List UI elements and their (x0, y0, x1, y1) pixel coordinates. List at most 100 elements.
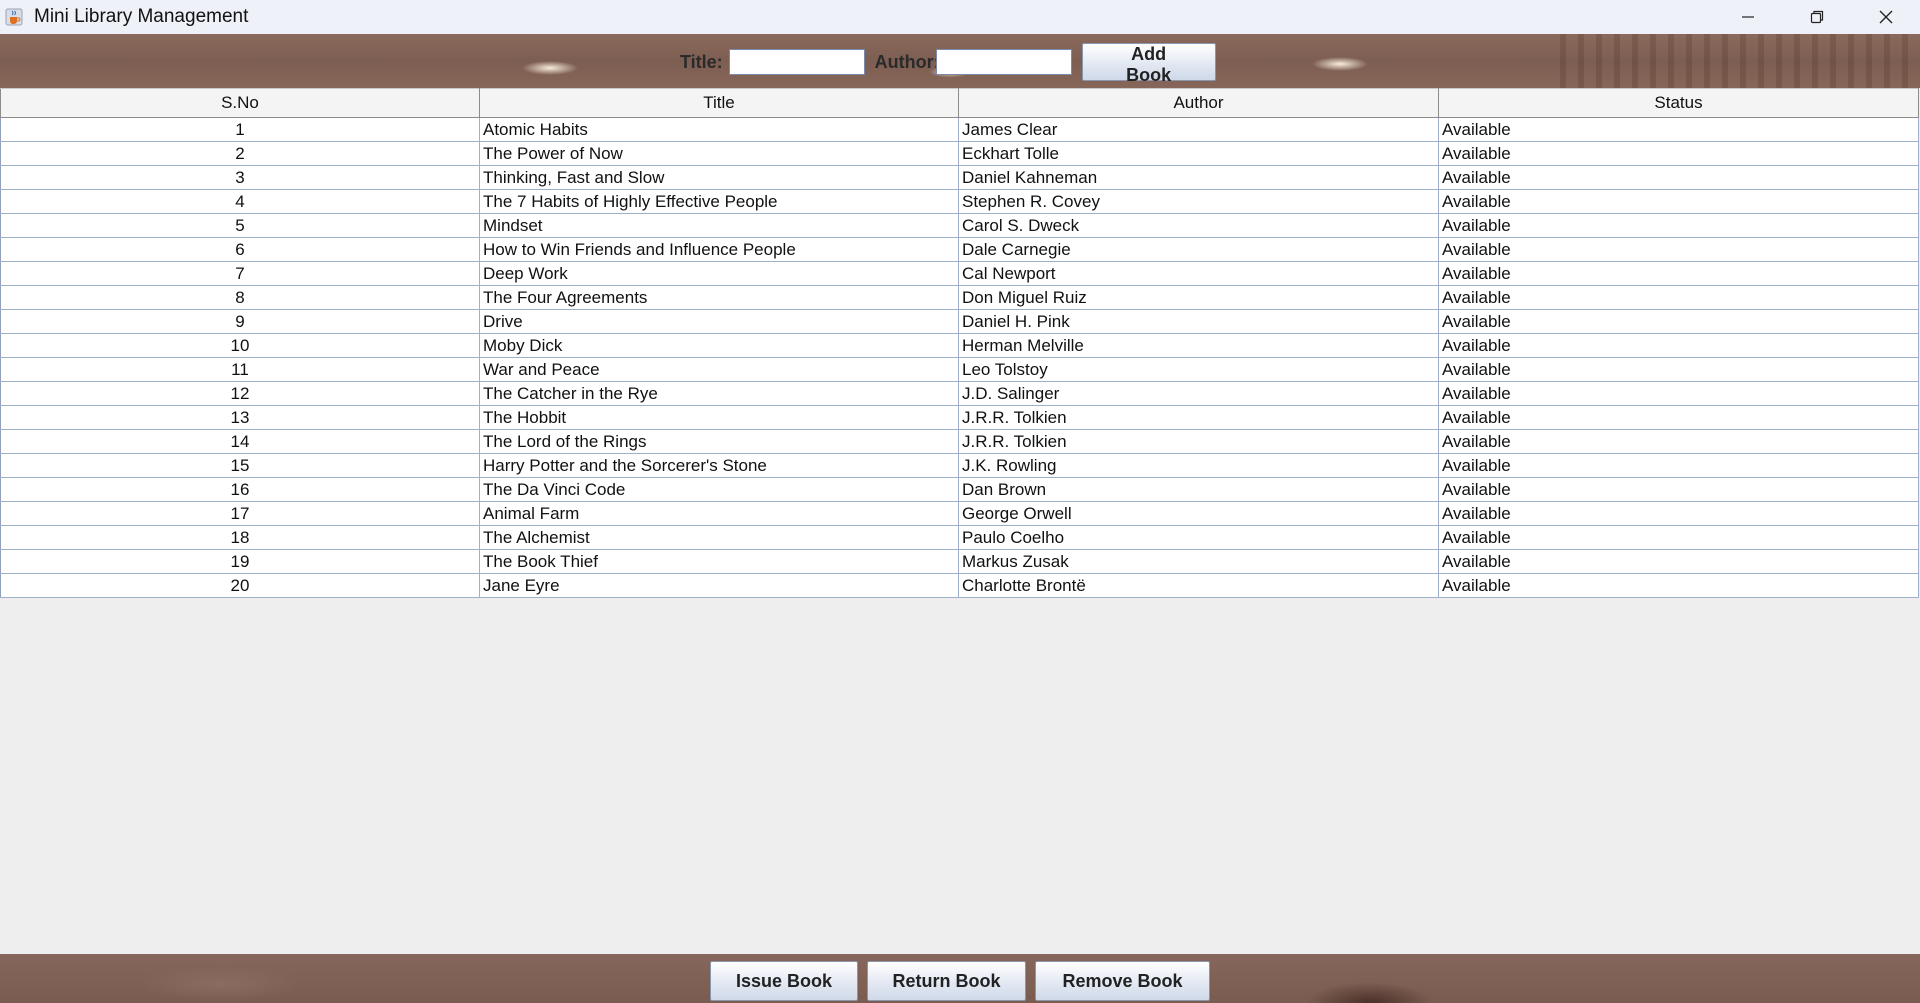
cell-title[interactable]: Deep Work (479, 261, 959, 286)
cell-author[interactable]: Carol S. Dweck (958, 213, 1439, 238)
cell-title[interactable]: Jane Eyre (479, 573, 959, 598)
cell-title[interactable]: The Da Vinci Code (479, 477, 959, 502)
cell-sno[interactable]: 10 (0, 333, 480, 358)
cell-sno[interactable]: 5 (0, 213, 480, 238)
cell-status[interactable]: Available (1438, 501, 1919, 526)
table-row[interactable]: 15 Harry Potter and the Sorcerer's Stone J… (0, 453, 1919, 478)
table-row[interactable]: 14 The Lord of the Rings J.R.R. Tolkien Ava… (0, 429, 1919, 454)
cell-sno[interactable]: 13 (0, 405, 480, 430)
table-row[interactable]: 11 War and Peace Leo Tolstoy Available (0, 357, 1919, 382)
cell-status[interactable]: Available (1438, 285, 1919, 310)
cell-status[interactable]: Available (1438, 165, 1919, 190)
cell-status[interactable]: Available (1438, 357, 1919, 382)
table-row[interactable]: 10 Moby Dick Herman Melville Available (0, 333, 1919, 358)
cell-status[interactable]: Available (1438, 237, 1919, 262)
cell-status[interactable]: Available (1438, 381, 1919, 406)
cell-status[interactable]: Available (1438, 549, 1919, 574)
table-row[interactable]: 12 The Catcher in the Rye J.D. Salinger Ava… (0, 381, 1919, 406)
cell-title[interactable]: The Power of Now (479, 141, 959, 166)
title-input[interactable] (728, 49, 865, 75)
cell-sno[interactable]: 15 (0, 453, 480, 478)
cell-author[interactable]: J.R.R. Tolkien (958, 405, 1439, 430)
cell-sno[interactable]: 12 (0, 381, 480, 406)
cell-author[interactable]: Stephen R. Covey (958, 189, 1439, 214)
table-row[interactable]: 17 Animal Farm George Orwell Available (0, 501, 1919, 526)
cell-title[interactable]: Mindset (479, 213, 959, 238)
table-row[interactable]: 1 Atomic Habits James Clear Available (0, 117, 1919, 142)
cell-status[interactable]: Available (1438, 333, 1919, 358)
cell-title[interactable]: The Alchemist (479, 525, 959, 550)
cell-author[interactable]: Daniel H. Pink (958, 309, 1439, 334)
cell-title[interactable]: Atomic Habits (479, 117, 959, 142)
cell-author[interactable]: Cal Newport (958, 261, 1439, 286)
table-row[interactable]: 20 Jane Eyre Charlotte Brontë Available (0, 573, 1919, 598)
cell-status[interactable]: Available (1438, 189, 1919, 214)
cell-author[interactable]: Markus Zusak (958, 549, 1439, 574)
cell-title[interactable]: The Four Agreements (479, 285, 959, 310)
table-row[interactable]: 5 Mindset Carol S. Dweck Available (0, 213, 1919, 238)
cell-title[interactable]: How to Win Friends and Influence People (479, 237, 959, 262)
minimize-button[interactable] (1713, 0, 1782, 34)
table-row[interactable]: 13 The Hobbit J.R.R. Tolkien Available (0, 405, 1919, 430)
cell-author[interactable]: Leo Tolstoy (958, 357, 1439, 382)
table-row[interactable]: 19 The Book Thief Markus Zusak Available (0, 549, 1919, 574)
cell-sno[interactable]: 20 (0, 573, 480, 598)
cell-title[interactable]: The 7 Habits of Highly Effective People (479, 189, 959, 214)
cell-status[interactable]: Available (1438, 525, 1919, 550)
cell-author[interactable]: Daniel Kahneman (958, 165, 1439, 190)
column-header-author[interactable]: Author (958, 88, 1439, 118)
cell-title[interactable]: The Catcher in the Rye (479, 381, 959, 406)
return-book-button[interactable]: Return Book (867, 961, 1026, 1001)
cell-sno[interactable]: 11 (0, 357, 480, 382)
cell-status[interactable]: Available (1438, 429, 1919, 454)
cell-sno[interactable]: 17 (0, 501, 480, 526)
cell-status[interactable]: Available (1438, 453, 1919, 478)
cell-author[interactable]: Herman Melville (958, 333, 1439, 358)
restore-button[interactable] (1782, 0, 1851, 34)
issue-book-button[interactable]: Issue Book (710, 961, 858, 1001)
column-header-status[interactable]: Status (1438, 88, 1919, 118)
cell-sno[interactable]: 7 (0, 261, 480, 286)
cell-sno[interactable]: 3 (0, 165, 480, 190)
cell-title[interactable]: Harry Potter and the Sorcerer's Stone (479, 453, 959, 478)
cell-sno[interactable]: 6 (0, 237, 480, 262)
cell-status[interactable]: Available (1438, 309, 1919, 334)
table-row[interactable]: 18 The Alchemist Paulo Coelho Available (0, 525, 1919, 550)
cell-title[interactable]: Thinking, Fast and Slow (479, 165, 959, 190)
cell-author[interactable]: James Clear (958, 117, 1439, 142)
remove-book-button[interactable]: Remove Book (1035, 961, 1210, 1001)
cell-sno[interactable]: 8 (0, 285, 480, 310)
close-button[interactable] (1851, 0, 1920, 34)
table-row[interactable]: 4 The 7 Habits of Highly Effective People… (0, 189, 1919, 214)
cell-title[interactable]: Moby Dick (479, 333, 959, 358)
cell-title[interactable]: War and Peace (479, 357, 959, 382)
cell-author[interactable]: Dale Carnegie (958, 237, 1439, 262)
cell-sno[interactable]: 9 (0, 309, 480, 334)
table-row[interactable]: 7 Deep Work Cal Newport Available (0, 261, 1919, 286)
add-book-button[interactable]: Add Book (1081, 43, 1216, 85)
cell-sno[interactable]: 16 (0, 477, 480, 502)
cell-sno[interactable]: 18 (0, 525, 480, 550)
cell-status[interactable]: Available (1438, 573, 1919, 598)
table-row[interactable]: 8 The Four Agreements Don Miguel Ruiz Avail… (0, 285, 1919, 310)
table-row[interactable]: 9 Drive Daniel H. Pink Available (0, 309, 1919, 334)
cell-sno[interactable]: 19 (0, 549, 480, 574)
table-row[interactable]: 2 The Power of Now Eckhart Tolle Available (0, 141, 1919, 166)
cell-title[interactable]: The Hobbit (479, 405, 959, 430)
cell-status[interactable]: Available (1438, 405, 1919, 430)
table-row[interactable]: 16 The Da Vinci Code Dan Brown Available (0, 477, 1919, 502)
cell-sno[interactable]: 14 (0, 429, 480, 454)
cell-title[interactable]: The Lord of the Rings (479, 429, 959, 454)
cell-title[interactable]: Drive (479, 309, 959, 334)
cell-sno[interactable]: 4 (0, 189, 480, 214)
cell-author[interactable]: J.D. Salinger (958, 381, 1439, 406)
cell-author[interactable]: Eckhart Tolle (958, 141, 1439, 166)
cell-sno[interactable]: 2 (0, 141, 480, 166)
cell-author[interactable]: Dan Brown (958, 477, 1439, 502)
cell-status[interactable]: Available (1438, 117, 1919, 142)
cell-author[interactable]: Don Miguel Ruiz (958, 285, 1439, 310)
column-header-sno[interactable]: S.No (0, 88, 480, 118)
cell-title[interactable]: Animal Farm (479, 501, 959, 526)
cell-author[interactable]: George Orwell (958, 501, 1439, 526)
cell-title[interactable]: The Book Thief (479, 549, 959, 574)
